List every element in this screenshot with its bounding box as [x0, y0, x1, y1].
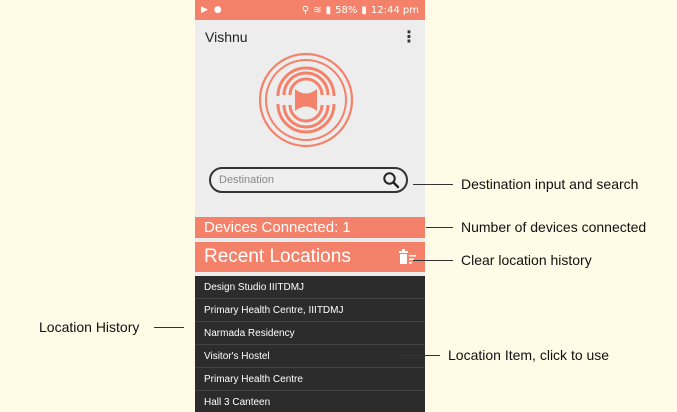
devices-connected-label: Devices Connected: 1 [204, 219, 351, 236]
location-item[interactable]: Narmada Residency [195, 322, 425, 345]
annotation-item: Location Item, click to use [448, 347, 610, 363]
leader-line-item [400, 355, 440, 356]
leader-line-devices [426, 227, 453, 228]
clear-history-icon[interactable] [397, 248, 417, 266]
wifi-icon: ≋ [313, 4, 322, 16]
recent-locations-header: Recent Locations [195, 242, 425, 272]
annotation-devices: Number of devices connected [461, 219, 647, 235]
clock: 12:44 pm [370, 4, 419, 16]
app-title: Vishnu [205, 29, 248, 45]
signal-icon: ▮ [325, 4, 332, 16]
phone-screen: ▶ ● ⚲ ≋ ▮ 58% ▮ 12:44 pm Vishnu ⋮ Destin… [195, 0, 425, 412]
overflow-menu-icon[interactable]: ⋮ [401, 29, 417, 45]
annotation-destination: Destination input and search [461, 176, 639, 192]
page: ▶ ● ⚲ ≋ ▮ 58% ▮ 12:44 pm Vishnu ⋮ Destin… [0, 0, 677, 412]
location-icon: ⚲ [301, 4, 310, 16]
location-history-list: Design Studio IIITDMJ Primary Health Cen… [195, 276, 425, 412]
location-item[interactable]: Primary Health Centre, IIITDMJ [195, 299, 425, 322]
leader-line-history [154, 327, 184, 328]
app-bar: Vishnu ⋮ [195, 20, 425, 54]
location-item[interactable]: Visitor's Hostel [195, 345, 425, 368]
status-right: ⚲ ≋ ▮ 58% ▮ 12:44 pm [302, 5, 419, 16]
destination-search-box [209, 167, 408, 193]
location-item[interactable]: Design Studio IIITDMJ [195, 276, 425, 299]
recent-locations-title: Recent Locations [204, 246, 351, 267]
notification-icon: ● [213, 5, 222, 15]
destination-input[interactable] [219, 174, 382, 186]
status-bar: ▶ ● ⚲ ≋ ▮ 58% ▮ 12:44 pm [195, 0, 425, 20]
battery-icon: ▮ [361, 4, 367, 16]
battery-percent: 58% [335, 4, 358, 16]
location-item[interactable]: Primary Health Centre [195, 368, 425, 391]
search-icon[interactable] [382, 171, 400, 189]
logo-icon [258, 52, 354, 148]
app-logo [257, 51, 355, 149]
play-icon: ▶ [201, 5, 208, 15]
status-left-icons: ▶ ● [201, 5, 222, 15]
location-item[interactable]: Hall 3 Canteen [195, 391, 425, 412]
leader-line-clear [413, 260, 453, 261]
annotation-history: Location History [39, 319, 140, 335]
leader-line-destination [413, 184, 453, 185]
devices-connected-bar: Devices Connected: 1 [195, 217, 425, 238]
annotation-clear: Clear location history [461, 252, 592, 268]
